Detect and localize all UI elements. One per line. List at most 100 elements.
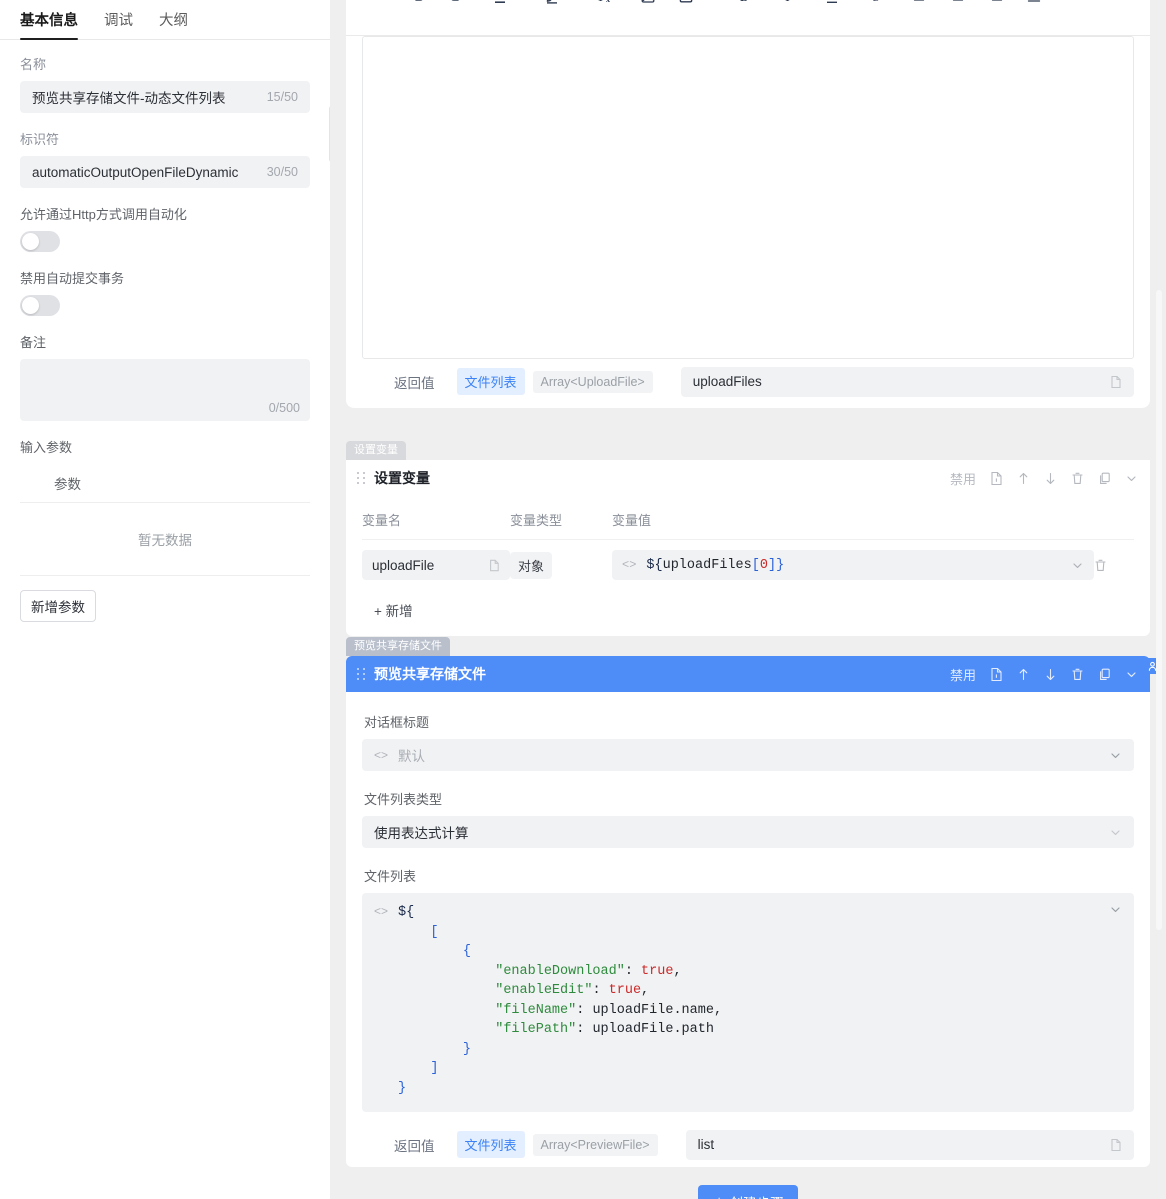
identifier-input-value: automaticOutputOpenFileDynamic — [32, 165, 267, 180]
chevron-down-icon[interactable] — [1109, 903, 1122, 916]
tab-basic-info-label: 基本信息 — [20, 13, 78, 29]
insert-image-icon[interactable] — [634, 0, 662, 11]
preview-return-chip-type: Array<PreviewFile> — [533, 1134, 658, 1156]
preview-return-variable-input[interactable]: list — [686, 1130, 1134, 1160]
font-color-dropdown-icon[interactable]: ▾ — [514, 0, 528, 11]
more-options-icon[interactable] — [1064, 0, 1092, 11]
preview-return-chip-name[interactable]: 文件列表 — [457, 1131, 525, 1158]
name-input[interactable]: 预览共享存储文件-动态文件列表 15/50 — [20, 81, 310, 113]
svg-text:x: x — [606, 0, 610, 4]
doc-icon[interactable] — [489, 559, 500, 572]
align-center-icon[interactable] — [944, 0, 972, 11]
redo-icon[interactable] — [442, 0, 470, 11]
underline-icon[interactable]: U — [818, 0, 846, 11]
dialog-title-value: 默认 — [398, 745, 1099, 765]
param-column-header: 参数 — [20, 464, 310, 503]
doc-icon[interactable] — [990, 471, 1003, 486]
tab-debug-label: 调试 — [104, 13, 133, 29]
editor-content-area[interactable] — [362, 36, 1134, 359]
name-input-counter: 15/50 — [267, 90, 298, 104]
file-list-code-editor[interactable]: <> ${ [ { "enableDownload": true, "enabl… — [362, 893, 1134, 1112]
delete-node-icon[interactable] — [1071, 471, 1084, 486]
variable-expression-value: ${uploadFiles[0]} — [646, 558, 784, 573]
list-type-select[interactable]: 使用表达式计算 — [362, 816, 1134, 848]
code-icon: <> — [622, 558, 636, 572]
name-input-value: 预览共享存储文件-动态文件列表 — [32, 87, 267, 107]
insert-table-dropdown-icon[interactable]: ▾ — [700, 0, 714, 11]
highlight-icon[interactable] — [538, 0, 566, 11]
http-call-toggle[interactable] — [20, 231, 60, 252]
identifier-input[interactable]: automaticOutputOpenFileDynamic 30/50 — [20, 156, 310, 188]
justify-icon[interactable] — [1020, 0, 1048, 11]
collapse-node-icon[interactable] — [1125, 668, 1138, 681]
preview-node-tag: 预览共享存储文件 — [346, 637, 450, 656]
preview-node-header: 预览共享存储文件 禁用 — [346, 656, 1150, 692]
clear-format-icon[interactable]: Tx — [590, 0, 618, 11]
tab-debug[interactable]: 调试 — [104, 9, 133, 39]
svg-text:I: I — [785, 0, 792, 4]
variable-type-cell: 对象 — [510, 552, 612, 579]
bold-icon[interactable]: B — [730, 0, 758, 11]
variable-name-input[interactable]: uploadFile — [362, 550, 510, 580]
preview-node-card: 预览共享存储文件 禁用 — [346, 656, 1150, 1167]
copy-node-icon[interactable] — [1098, 667, 1111, 682]
param-empty-text: 暂无数据 — [20, 503, 310, 576]
variable-table-header: 变量名 变量类型 变量值 — [362, 510, 1134, 540]
remark-textarea[interactable]: 0/500 — [20, 359, 310, 421]
chevron-down-icon[interactable] — [1109, 826, 1122, 839]
align-right-icon[interactable] — [982, 0, 1010, 11]
editor-return-chip-name[interactable]: 文件列表 — [457, 368, 525, 395]
move-down-icon[interactable] — [1044, 667, 1057, 682]
input-params-table: 参数 暂无数据 — [20, 464, 310, 576]
input-params-label: 输入参数 — [20, 439, 310, 457]
italic-icon[interactable]: I — [774, 0, 802, 11]
disable-node-button[interactable]: 禁用 — [950, 665, 976, 684]
chevron-down-icon[interactable] — [1071, 559, 1084, 572]
dialog-title-select[interactable]: <> 默认 — [362, 739, 1134, 771]
undo-icon[interactable] — [404, 0, 432, 11]
set-variable-card: 设置变量 禁用 — [346, 460, 1150, 636]
chevron-down-icon[interactable] — [1109, 749, 1122, 762]
font-color-icon[interactable]: A — [486, 0, 514, 11]
variable-type-chip[interactable]: 对象 — [510, 552, 552, 579]
editor-return-chip-type: Array<UploadFile> — [533, 371, 653, 393]
editor-return-variable-input[interactable]: uploadFiles — [681, 367, 1134, 397]
canvas-scrollbar-track[interactable] — [1157, 0, 1164, 1199]
preview-node-title: 预览共享存储文件 — [374, 664, 486, 684]
add-param-button[interactable]: 新增参数 — [20, 590, 96, 622]
create-step-button[interactable]: ＋ 创建步骤 — [698, 1185, 797, 1199]
drag-handle-icon[interactable] — [354, 666, 368, 682]
dialog-title-label: 对话框标题 — [364, 712, 1134, 731]
copy-node-icon[interactable] — [1098, 471, 1111, 486]
disable-auto-commit-toggle[interactable] — [20, 295, 60, 316]
move-up-icon[interactable] — [1017, 471, 1030, 486]
doc-icon[interactable] — [990, 667, 1003, 682]
delete-variable-row-icon[interactable] — [1094, 558, 1134, 573]
strikethrough-icon[interactable]: S — [862, 0, 890, 11]
drag-handle-icon[interactable] — [354, 470, 368, 486]
canvas-scrollbar-thumb[interactable] — [1156, 290, 1162, 930]
variable-value-cell: <> ${uploadFiles[0]} — [612, 550, 1094, 580]
disable-node-button[interactable]: 禁用 — [950, 469, 976, 488]
move-up-icon[interactable] — [1017, 667, 1030, 682]
editor-return-label: 返回值 — [394, 372, 435, 392]
align-left-icon[interactable] — [906, 0, 934, 11]
add-variable-link[interactable]: + 新增 — [362, 590, 1134, 626]
set-variable-node-tag: 设置变量 — [346, 441, 406, 460]
preview-shared-file-node: 预览共享存储文件 预览共享存储文件 禁用 — [330, 636, 1166, 1199]
tab-outline[interactable]: 大纲 — [159, 9, 188, 39]
panel-body: 名称 预览共享存储文件-动态文件列表 15/50 标识符 automaticOu… — [0, 40, 330, 622]
preview-node-body: 对话框标题 <> 默认 文件列表类型 使用表达式计算 — [346, 692, 1150, 1122]
doc-icon[interactable] — [1110, 375, 1122, 389]
preview-return-value-row: 返回值 文件列表 Array<PreviewFile> list — [346, 1122, 1150, 1167]
tab-basic-info[interactable]: 基本信息 — [20, 9, 78, 39]
http-toggle-label: 允许通过Http方式调用自动化 — [20, 206, 310, 224]
insert-table-icon[interactable] — [672, 0, 700, 11]
variable-expression-input[interactable]: <> ${uploadFiles[0]} — [612, 550, 1094, 580]
doc-icon[interactable] — [1110, 1138, 1122, 1152]
move-down-icon[interactable] — [1044, 471, 1057, 486]
collapse-node-icon[interactable] — [1125, 472, 1138, 485]
editor-content-wrap — [346, 36, 1150, 359]
highlight-dropdown-icon[interactable]: ▾ — [566, 0, 580, 11]
delete-node-icon[interactable] — [1071, 667, 1084, 682]
